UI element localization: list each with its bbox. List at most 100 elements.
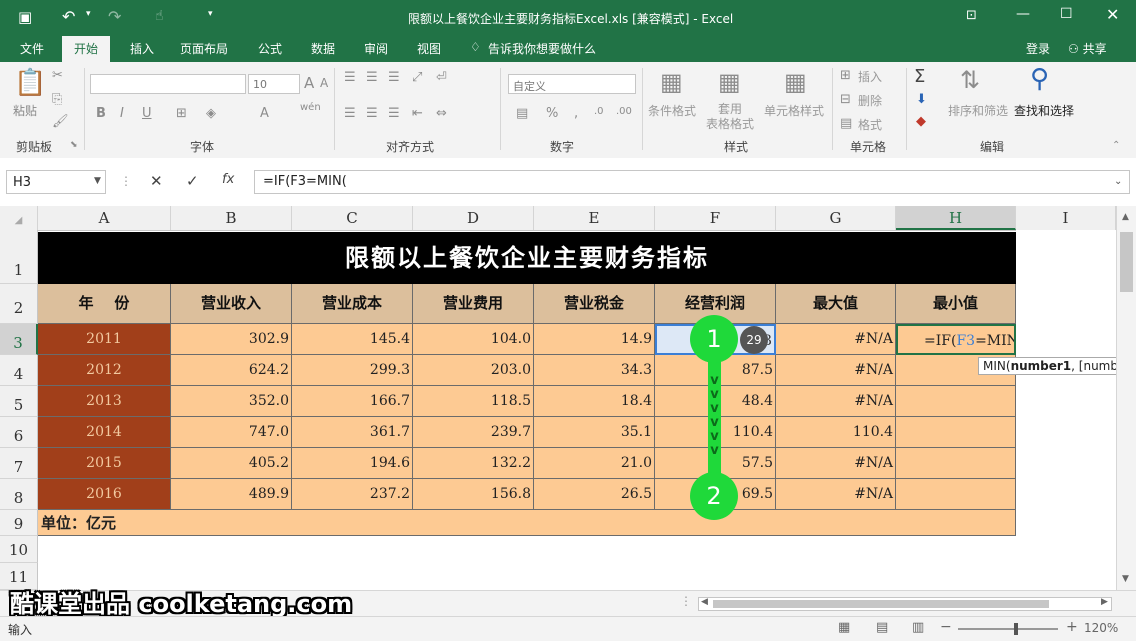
cell-styles-label[interactable]: 单元格样式 (764, 102, 824, 119)
data-cell[interactable] (896, 386, 1016, 417)
bold-button[interactable]: B (96, 106, 106, 121)
zoom-slider-thumb[interactable] (1014, 623, 1018, 635)
conditional-format-icon[interactable]: ▦ (660, 68, 683, 96)
data-cell[interactable]: #N/A (776, 324, 896, 355)
tab-page-layout[interactable]: 页面布局 (180, 40, 228, 57)
data-cell[interactable]: #N/A (776, 355, 896, 386)
horizontal-scrollbar[interactable]: ◀ ▶ (698, 597, 1112, 611)
minimize-icon[interactable]: — (1016, 6, 1030, 22)
active-cell-h3[interactable]: =IF(F3=MIN( (896, 324, 1016, 355)
orientation-icon[interactable]: ⤢ (412, 70, 422, 85)
delete-cells-label[interactable]: 删除 (858, 92, 882, 109)
scroll-left-icon[interactable]: ◀ (701, 597, 708, 607)
tab-home[interactable]: 开始 (62, 36, 111, 62)
data-cell[interactable] (896, 417, 1016, 448)
format-cells-icon[interactable]: ▤ (840, 116, 852, 131)
percent-button[interactable]: % (546, 106, 558, 121)
header-cell[interactable]: 最大值 (776, 284, 896, 324)
data-cell[interactable]: 26.5 (534, 479, 655, 510)
year-cell[interactable]: 2012 (38, 355, 171, 386)
border-icon[interactable]: ⊞ (176, 106, 187, 121)
merge-center-icon[interactable]: ⇔ (436, 106, 447, 121)
align-right-icon[interactable]: ☰ (388, 106, 400, 121)
clear-icon[interactable]: ◆ (916, 114, 926, 129)
zoom-level[interactable]: 120% (1084, 621, 1118, 635)
row-header[interactable]: 9 (0, 510, 38, 536)
align-top-icon[interactable]: ☰ (344, 70, 356, 85)
data-cell[interactable]: 624.2 (171, 355, 292, 386)
font-shrink-icon[interactable]: A (320, 76, 328, 90)
header-cell[interactable]: 营业收入 (171, 284, 292, 324)
tab-file[interactable]: 文件 (20, 40, 44, 57)
row-header[interactable]: 6 (0, 417, 38, 448)
col-header-a[interactable]: A (38, 206, 171, 230)
unit-note[interactable]: 单位：亿元 (38, 510, 1016, 536)
align-middle-icon[interactable]: ☰ (366, 70, 378, 85)
tab-insert[interactable]: 插入 (130, 40, 154, 57)
scroll-down-icon[interactable]: ▼ (1122, 574, 1129, 584)
year-cell[interactable]: 2011 (38, 324, 171, 355)
data-cell[interactable]: 405.2 (171, 448, 292, 479)
format-table-icon[interactable]: ▦ (718, 68, 741, 96)
select-all-corner[interactable]: ◢ (0, 206, 38, 230)
italic-button[interactable]: I (120, 106, 124, 121)
data-cell[interactable]: 34.3 (534, 355, 655, 386)
tab-view[interactable]: 视图 (417, 40, 441, 57)
clipboard-launcher-icon[interactable]: ⬊ (70, 140, 78, 150)
tell-me-box[interactable]: 告诉我你想要做什么 (488, 40, 596, 57)
col-header-f[interactable]: F (655, 206, 776, 230)
comma-button[interactable]: , (574, 106, 578, 121)
zoom-out-icon[interactable]: − (940, 619, 952, 635)
header-cell-year[interactable]: 年 份 (38, 284, 171, 324)
col-header-e[interactable]: E (534, 206, 655, 230)
col-header-h[interactable]: H (896, 206, 1016, 230)
data-cell[interactable] (896, 448, 1016, 479)
align-left-icon[interactable]: ☰ (344, 106, 356, 121)
decrease-decimal-icon[interactable]: .00 (616, 106, 632, 117)
data-cell[interactable]: 21.0 (534, 448, 655, 479)
find-icon[interactable]: ⚲ (1030, 64, 1049, 94)
cancel-button[interactable]: ✕ (150, 172, 163, 190)
data-cell[interactable]: 361.7 (292, 417, 413, 448)
year-cell[interactable]: 2016 (38, 479, 171, 510)
name-box[interactable]: H3 (6, 170, 106, 194)
vertical-scrollbar[interactable]: ▲ ▼ (1116, 206, 1136, 590)
find-select-label[interactable]: 查找和选择 (1014, 102, 1074, 119)
copy-icon[interactable]: ⎘ (52, 92, 62, 107)
cut-icon[interactable]: ✂ (52, 68, 63, 83)
paste-icon[interactable]: 📋 (14, 68, 46, 98)
wrap-text-icon[interactable]: ⏎ (436, 70, 447, 85)
row-header[interactable]: 3 (0, 324, 38, 355)
tab-data[interactable]: 数据 (311, 40, 335, 57)
underline-button[interactable]: U (142, 106, 152, 121)
row-header[interactable]: 1 (0, 230, 38, 284)
col-header-b[interactable]: B (171, 206, 292, 230)
data-cell[interactable]: 239.7 (413, 417, 534, 448)
insert-cells-label[interactable]: 插入 (858, 68, 882, 85)
autosum-icon[interactable]: Σ (914, 66, 925, 87)
close-icon[interactable]: ✕ (1106, 5, 1119, 24)
insert-function-button[interactable]: fx (222, 172, 234, 187)
data-cell[interactable]: 352.0 (171, 386, 292, 417)
data-cell[interactable]: #N/A (776, 386, 896, 417)
delete-cells-icon[interactable]: ⊟ (840, 92, 851, 107)
year-cell[interactable]: 2015 (38, 448, 171, 479)
data-cell[interactable]: 156.8 (413, 479, 534, 510)
data-cell[interactable]: 237.2 (292, 479, 413, 510)
formula-input[interactable]: =IF(F3=MIN( (254, 170, 1130, 194)
zoom-in-icon[interactable]: + (1066, 619, 1078, 635)
fill-color-icon[interactable]: ◈ (206, 106, 216, 121)
data-cell[interactable]: 302.9 (171, 324, 292, 355)
share-button[interactable]: ⚇ 共享 (1068, 40, 1107, 57)
col-header-g[interactable]: G (776, 206, 896, 230)
data-cell[interactable]: 104.0 (413, 324, 534, 355)
align-bottom-icon[interactable]: ☰ (388, 70, 400, 85)
sheet-title[interactable]: 限额以上餐饮企业主要财务指标 (38, 232, 1016, 284)
font-grow-icon[interactable]: A (304, 74, 314, 92)
insert-cells-icon[interactable]: ⊞ (840, 68, 851, 83)
data-cell[interactable]: 35.1 (534, 417, 655, 448)
page-break-view-icon[interactable]: ▥ (912, 620, 924, 635)
header-cell[interactable]: 营业税金 (534, 284, 655, 324)
font-size-combo[interactable]: 10 (248, 74, 300, 94)
data-cell[interactable]: 18.4 (534, 386, 655, 417)
